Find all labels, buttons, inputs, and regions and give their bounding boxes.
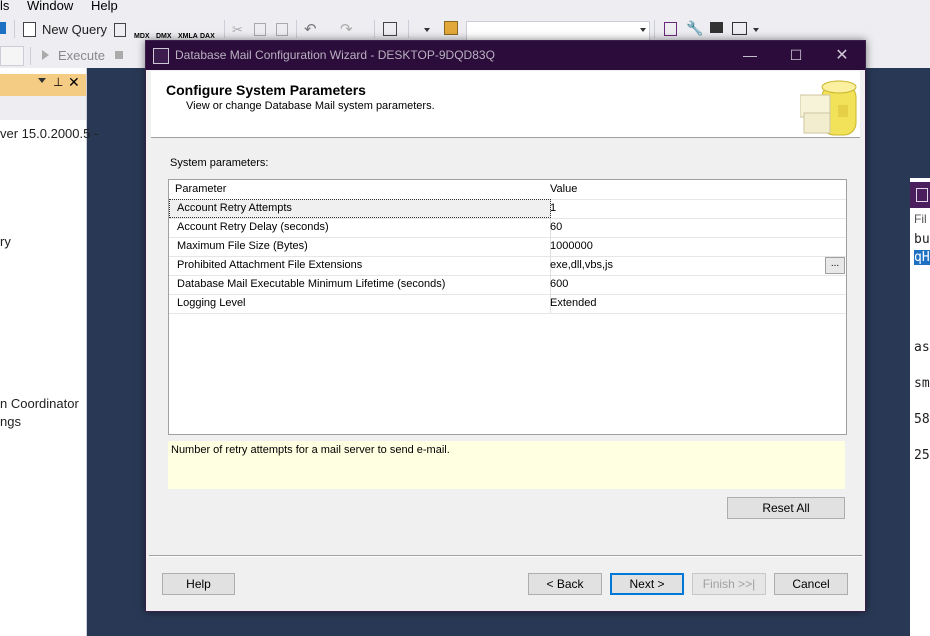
toolbox-icon[interactable] <box>710 22 723 33</box>
edit-extensions-button[interactable]: ... <box>825 257 845 274</box>
cut-icon[interactable]: ✂ <box>232 22 246 37</box>
database-mail-icon <box>800 80 857 136</box>
table-row[interactable]: Account Retry Delay (seconds) 60 <box>169 218 846 238</box>
activity-monitor-icon[interactable] <box>383 22 397 36</box>
page-subtitle: View or change Database Mail system para… <box>186 100 435 112</box>
tree-node-coordinator[interactable]: n Coordinator <box>0 396 79 411</box>
value-cell[interactable]: 60 <box>543 218 840 237</box>
minimize-button[interactable]: — <box>727 41 773 70</box>
new-query-icon <box>23 22 36 37</box>
parameter-cell[interactable]: Logging Level <box>169 294 551 313</box>
cancel-button[interactable]: Cancel <box>774 573 848 595</box>
wrench-icon[interactable]: 🔧 <box>686 20 703 36</box>
value-cell[interactable]: Extended <box>543 294 840 313</box>
available-databases-combo[interactable] <box>0 46 24 66</box>
toolbar-dropdown-icon[interactable] <box>424 28 430 32</box>
dialog-title: Database Mail Configuration Wizard - DES… <box>175 48 495 62</box>
tree-node-server[interactable]: ver 15.0.2000.5 - <box>0 126 98 141</box>
help-button[interactable]: Help <box>162 573 235 595</box>
menu-item-help[interactable]: Help <box>91 0 118 13</box>
chevron-down-icon <box>640 28 646 32</box>
reset-all-button[interactable]: Reset All <box>727 497 845 519</box>
paste-icon[interactable] <box>276 23 288 36</box>
mdx-icon[interactable]: MDX <box>134 22 150 40</box>
next-button[interactable]: Next > <box>610 573 684 595</box>
editor-fragment-line: 25 <box>914 448 930 463</box>
customize-dropdown-icon[interactable] <box>753 28 759 32</box>
system-parameters-label: System parameters: <box>170 157 269 169</box>
dialog-titlebar[interactable]: Database Mail Configuration Wizard - DES… <box>146 41 865 70</box>
parameter-cell[interactable]: Account Retry Delay (seconds) <box>169 218 551 237</box>
stop-icon[interactable] <box>115 51 123 59</box>
back-button[interactable]: < Back <box>528 573 602 595</box>
wizard-header: Configure System Parameters View or chan… <box>151 71 860 138</box>
object-explorer-toolbar <box>0 96 86 120</box>
menu-bar: ls Window Help <box>0 0 930 14</box>
properties-icon[interactable] <box>664 22 677 36</box>
execute-button[interactable]: Execute <box>58 48 105 63</box>
redo-icon[interactable]: ↷ <box>340 20 354 38</box>
footer-divider <box>149 555 862 557</box>
column-header-value[interactable]: Value <box>543 180 840 199</box>
value-cell[interactable]: 1 <box>543 199 840 218</box>
menu-item-tools[interactable]: ls <box>0 0 9 13</box>
solution-icon[interactable] <box>444 21 458 35</box>
execute-icon <box>42 50 49 60</box>
toolbar-fragment-icon[interactable] <box>0 22 6 34</box>
table-row[interactable]: Account Retry Attempts 1 <box>169 199 846 219</box>
command-window-icon[interactable] <box>732 22 747 35</box>
undo-icon[interactable]: ↶ <box>304 20 318 38</box>
parameter-cell[interactable]: Prohibited Attachment File Extensions <box>169 256 551 275</box>
editor-fragment-line: 58 <box>914 412 930 427</box>
maximize-button[interactable]: ☐ <box>773 41 819 70</box>
new-query-button[interactable]: New Query <box>42 22 107 37</box>
dmx-icon[interactable]: DMX <box>156 22 172 40</box>
value-cell[interactable]: exe,dll,vbs,js <box>543 256 840 275</box>
parameter-cell[interactable]: Account Retry Attempts <box>169 199 551 218</box>
copy-icon[interactable] <box>254 23 266 36</box>
value-cell[interactable]: 600 <box>543 275 840 294</box>
editor-tab[interactable] <box>910 182 930 208</box>
xmla-icon[interactable]: XMLA <box>178 22 198 40</box>
database-combo[interactable] <box>466 21 650 41</box>
wizard-icon <box>153 48 169 64</box>
object-explorer-header: ⊥ ✕ <box>0 74 86 96</box>
table-row[interactable]: Maximum File Size (Bytes) 1000000 <box>169 237 846 257</box>
grid-header-row: Parameter Value <box>169 180 846 200</box>
menu-item-window[interactable]: Window <box>27 0 73 13</box>
parameters-grid[interactable]: Parameter Value Account Retry Attempts 1… <box>168 179 847 435</box>
table-row[interactable]: Database Mail Executable Minimum Lifetim… <box>169 275 846 295</box>
document-icon <box>916 188 928 202</box>
table-row[interactable]: Logging Level Extended <box>169 294 846 314</box>
dax-icon[interactable]: DAX <box>200 22 215 40</box>
object-explorer-panel <box>0 68 87 636</box>
finish-button[interactable]: Finish >>| <box>692 573 766 595</box>
parameter-description: Number of retry attempts for a mail serv… <box>168 441 845 489</box>
panel-dropdown-icon[interactable] <box>38 78 46 83</box>
open-query-icon[interactable] <box>114 23 126 37</box>
pin-icon[interactable]: ⊥ <box>53 75 63 89</box>
editor-fragment-line: as <box>914 340 930 355</box>
table-row[interactable]: Prohibited Attachment File Extensions ex… <box>169 256 846 276</box>
parameter-cell[interactable]: Database Mail Executable Minimum Lifetim… <box>169 275 551 294</box>
wizard-dialog: Database Mail Configuration Wizard - DES… <box>145 40 866 612</box>
close-button[interactable]: ✕ <box>819 41 865 70</box>
value-cell[interactable]: 1000000 <box>543 237 840 256</box>
description-text: Number of retry attempts for a mail serv… <box>171 444 450 456</box>
tree-node-settings[interactable]: ngs <box>0 414 21 429</box>
editor-fragment-line: Fil <box>914 212 927 226</box>
editor-fragment-line: bu <box>914 232 930 247</box>
column-header-parameter[interactable]: Parameter <box>169 180 549 199</box>
parameter-cell[interactable]: Maximum File Size (Bytes) <box>169 237 551 256</box>
page-title: Configure System Parameters <box>166 82 366 98</box>
editor-fragment-line: qH <box>914 250 930 265</box>
close-icon[interactable]: ✕ <box>68 74 80 91</box>
editor-fragment-line: sm <box>914 376 930 391</box>
tree-node-security[interactable]: ry <box>0 234 11 249</box>
